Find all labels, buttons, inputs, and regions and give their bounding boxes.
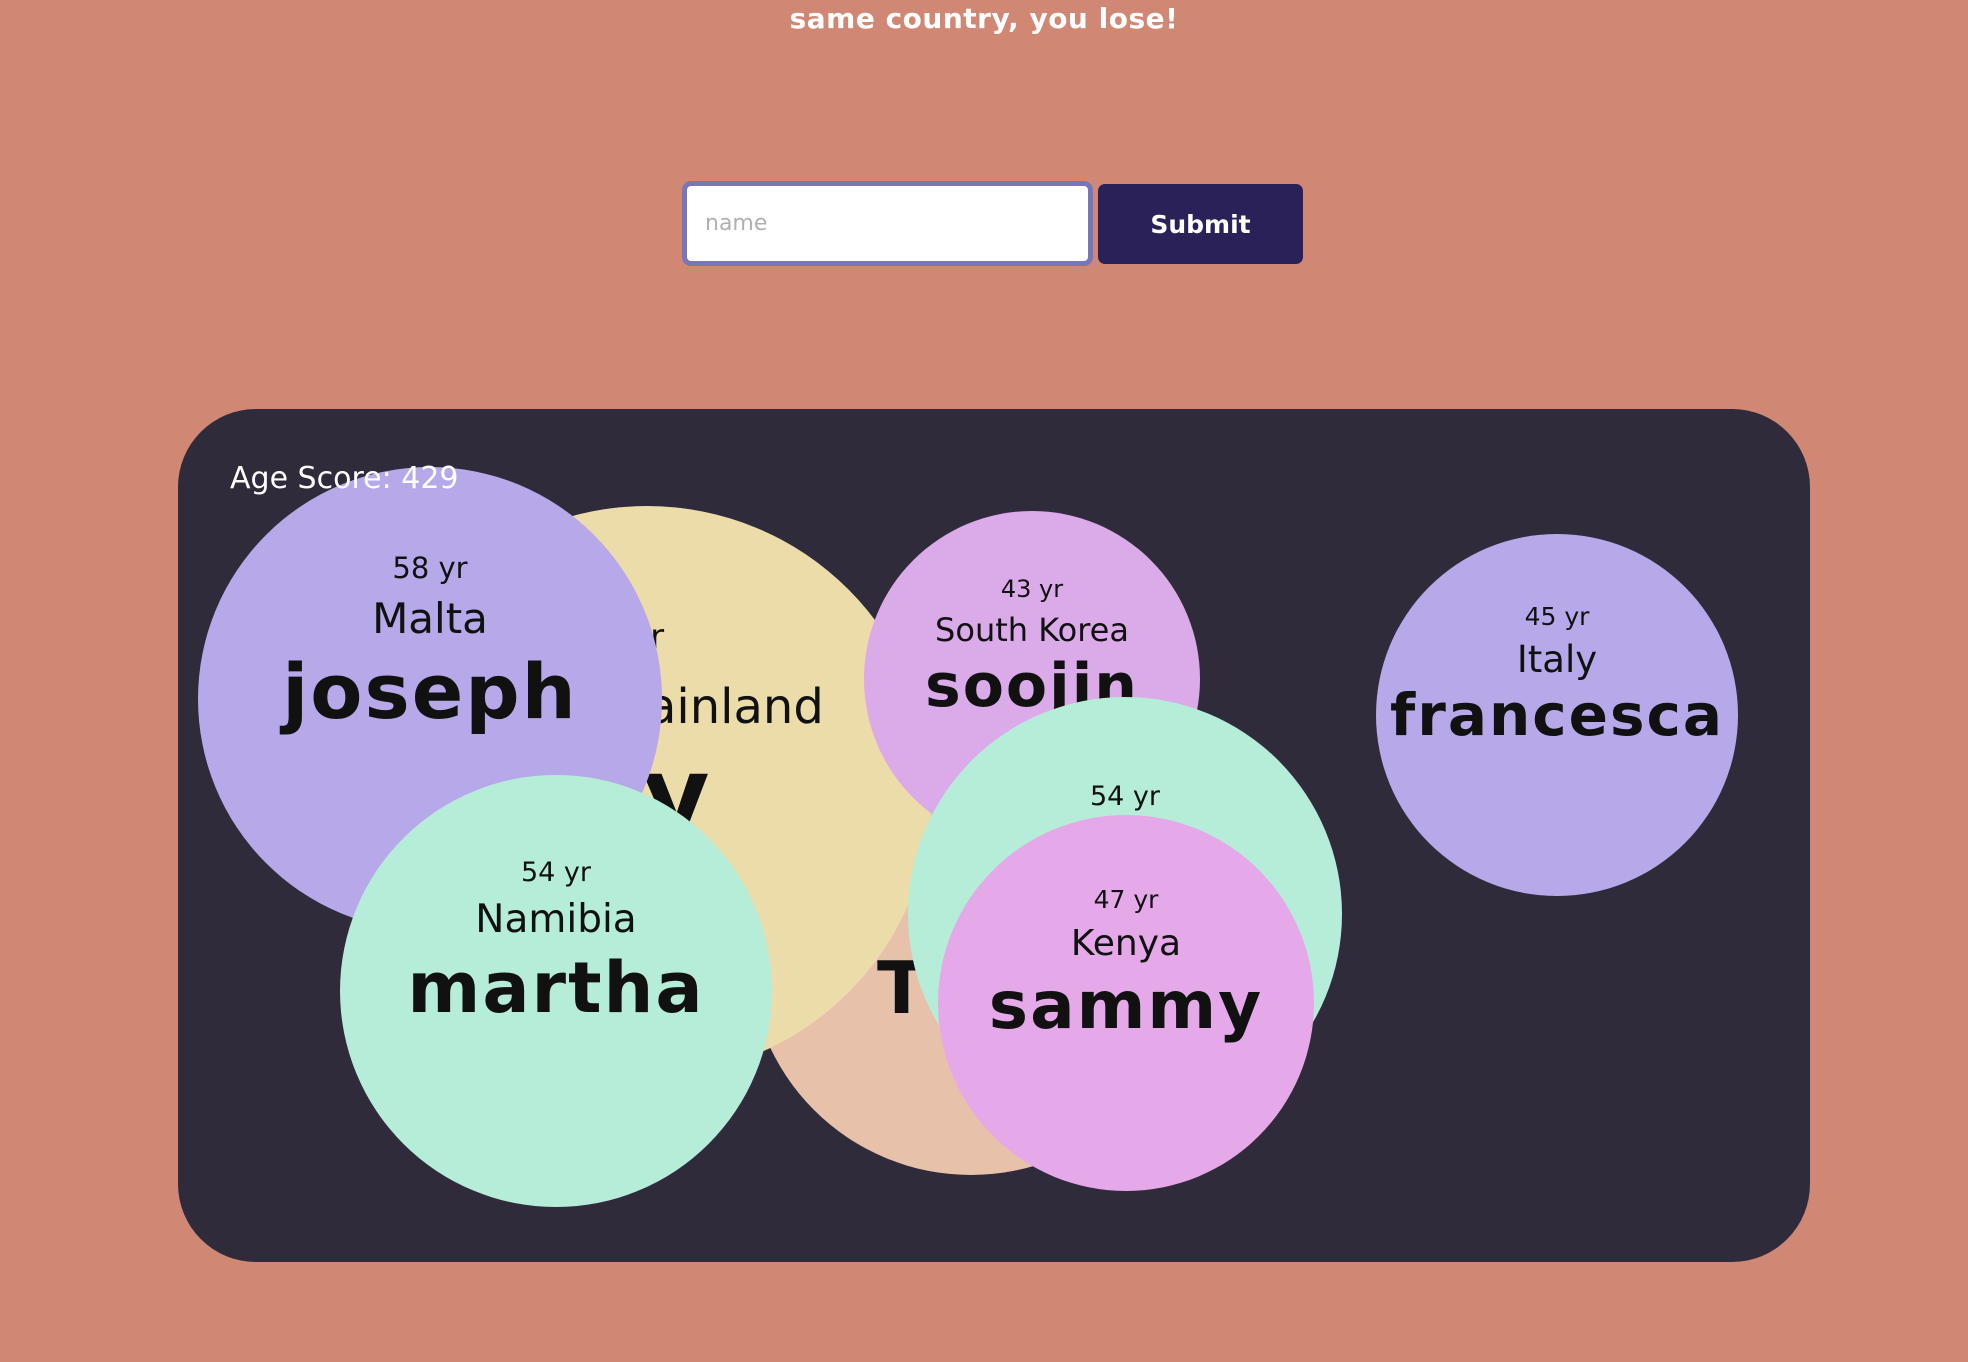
- submit-button[interactable]: Submit: [1098, 184, 1303, 264]
- bubble-age: 58 yr: [392, 551, 468, 585]
- bubble-age: 45 yr: [1524, 602, 1590, 631]
- bubble-country: South Korea: [935, 610, 1129, 649]
- bubble-sammy[interactable]: 47 yr Kenya sammy: [938, 815, 1314, 1191]
- bubble-age: 43 yr: [1000, 575, 1064, 603]
- age-score: Age Score: 429: [230, 461, 459, 496]
- bubble-age: 54 yr: [520, 857, 592, 888]
- bubble-name: francesca: [1389, 681, 1725, 750]
- bubble-country: ainland: [647, 679, 824, 735]
- bubble-name: martha: [407, 947, 705, 1030]
- bubble-name: sammy: [988, 966, 1264, 1044]
- name-input[interactable]: [682, 181, 1093, 266]
- bubble-country: Italy: [1516, 638, 1598, 681]
- bubble-board: Age Score: 429 T yr ainland y 58 yr Malt…: [178, 409, 1810, 1262]
- bubble-martha[interactable]: 54 yr Namibia martha: [340, 775, 772, 1207]
- bubble-country: Kenya: [1070, 923, 1182, 964]
- bubble-age: 54 yr: [1089, 781, 1161, 812]
- game-instructions: same country, you lose!: [789, 2, 1179, 35]
- bubble-age: 47 yr: [1093, 885, 1159, 914]
- bubble-francesca[interactable]: 45 yr Italy francesca: [1376, 534, 1738, 896]
- bubble-country: Namibia: [475, 897, 637, 943]
- bubble-name: joseph: [282, 647, 578, 737]
- bubble-country: Malta: [372, 593, 488, 643]
